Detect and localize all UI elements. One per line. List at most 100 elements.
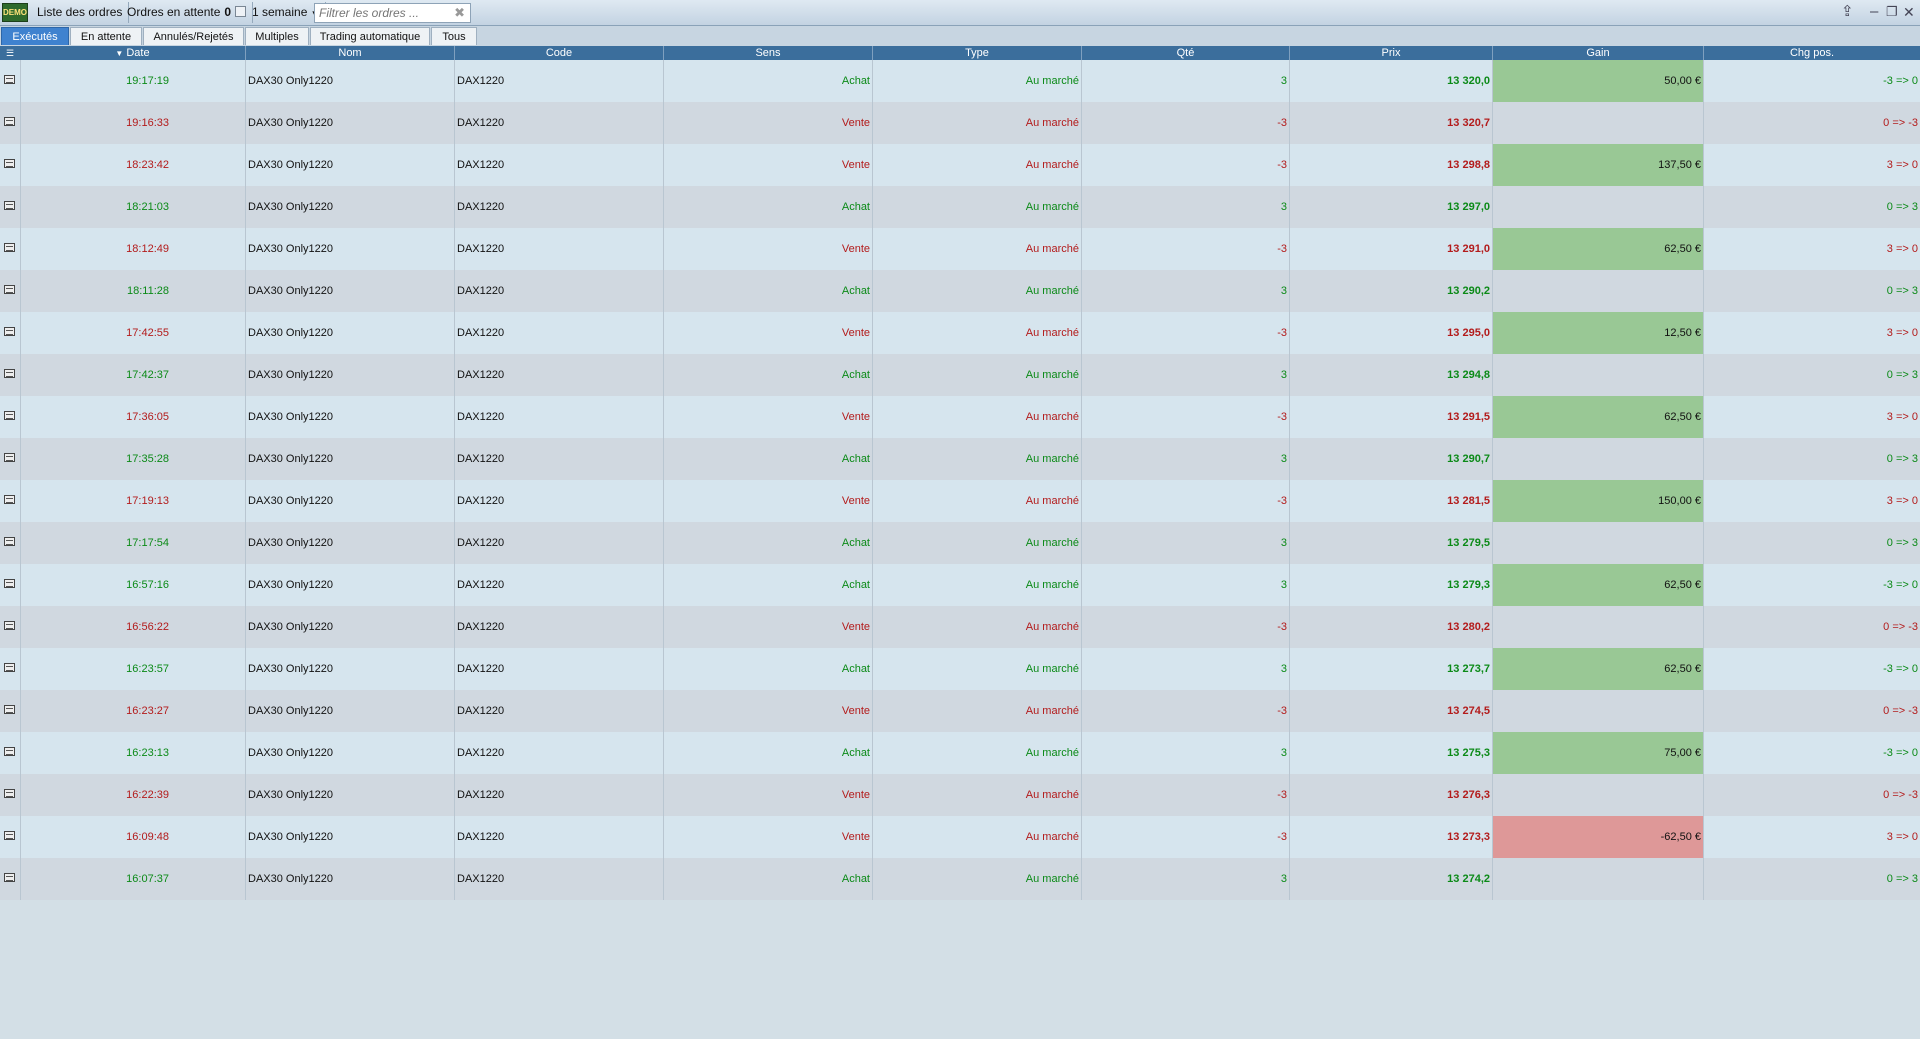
panel-title[interactable]: Liste des ordres [31,2,130,23]
cell-type: Au marché [872,102,1081,144]
cell-prix: 13 279,3 [1289,564,1492,606]
tab-tous[interactable]: Tous [431,27,477,45]
cell-prix: 13 281,5 [1289,480,1492,522]
column-prix[interactable]: Prix [1289,46,1492,60]
column-gain[interactable]: Gain [1492,46,1703,60]
table-row[interactable]: 17:17:54 DAX30 Only1220 DAX1220 Achat Au mar… [0,522,1920,564]
column-nom[interactable]: Nom [245,46,454,60]
row-menu-cell[interactable] [0,396,20,438]
close-icon[interactable]: ✕ [1903,3,1915,21]
order-details-icon[interactable] [4,117,15,126]
cell-date: 17:35:28 [20,438,245,480]
row-menu-cell[interactable] [0,60,20,102]
order-details-icon[interactable] [4,705,15,714]
row-menu-cell[interactable] [0,186,20,228]
tab-annules-rejetes[interactable]: Annulés/Rejetés [143,27,244,45]
row-menu-cell[interactable] [0,270,20,312]
order-details-icon[interactable] [4,411,15,420]
table-row[interactable]: 17:35:28 DAX30 Only1220 DAX1220 Achat Au mar… [0,438,1920,480]
list-icon[interactable]: ☰ [6,48,14,58]
tab-en-attente[interactable]: En attente [70,27,142,45]
table-row[interactable]: 19:16:33 DAX30 Only1220 DAX1220 Vente Au mar… [0,102,1920,144]
table-row[interactable]: 19:17:19 DAX30 Only1220 DAX1220 Achat Au mar… [0,60,1920,102]
cell-sens: Vente [663,690,872,732]
row-menu-cell[interactable] [0,312,20,354]
cell-type: Au marché [872,186,1081,228]
table-row[interactable]: 17:42:37 DAX30 Only1220 DAX1220 Achat Au mar… [0,354,1920,396]
table-row[interactable]: 16:07:37 DAX30 Only1220 DAX1220 Achat Au mar… [0,858,1920,900]
order-details-icon[interactable] [4,327,15,336]
column-code[interactable]: Code [454,46,663,60]
clear-filter-icon[interactable]: ✖ [454,5,465,21]
row-menu-header[interactable]: ☰ [0,46,20,60]
order-details-icon[interactable] [4,747,15,756]
cell-chg: 0 => -3 [1703,102,1920,144]
minimize-icon[interactable]: – [1870,3,1878,21]
table-row[interactable]: 17:19:13 DAX30 Only1220 DAX1220 Vente Au mar… [0,480,1920,522]
row-menu-cell[interactable] [0,732,20,774]
row-menu-cell[interactable] [0,858,20,900]
table-row[interactable]: 18:11:28 DAX30 Only1220 DAX1220 Achat Au mar… [0,270,1920,312]
row-menu-cell[interactable] [0,522,20,564]
tab-multiples[interactable]: Multiples [245,27,309,45]
column-date[interactable]: ▼ Date [20,46,245,60]
table-row[interactable]: 16:23:27 DAX30 Only1220 DAX1220 Vente Au mar… [0,690,1920,732]
row-menu-cell[interactable] [0,606,20,648]
cell-prix: 13 274,2 [1289,858,1492,900]
row-menu-cell[interactable] [0,648,20,690]
row-menu-cell[interactable] [0,480,20,522]
order-details-icon[interactable] [4,789,15,798]
order-details-icon[interactable] [4,75,15,84]
order-details-icon[interactable] [4,579,15,588]
order-details-icon[interactable] [4,537,15,546]
order-filter[interactable]: ✖ [314,3,471,23]
cell-chg: -3 => 0 [1703,648,1920,690]
cell-chg: -3 => 0 [1703,60,1920,102]
row-menu-cell[interactable] [0,564,20,606]
table-row[interactable]: 18:12:49 DAX30 Only1220 DAX1220 Vente Au mar… [0,228,1920,270]
pending-orders-icon[interactable] [235,6,247,17]
tab-executes[interactable]: Exécutés [1,27,69,45]
order-details-icon[interactable] [4,285,15,294]
table-row[interactable]: 16:56:22 DAX30 Only1220 DAX1220 Vente Au mar… [0,606,1920,648]
table-row[interactable]: 17:42:55 DAX30 Only1220 DAX1220 Vente Au mar… [0,312,1920,354]
row-menu-cell[interactable] [0,816,20,858]
share-icon[interactable]: ⇪ [1841,3,1854,21]
table-row[interactable]: 16:23:57 DAX30 Only1220 DAX1220 Achat Au mar… [0,648,1920,690]
table-row[interactable]: 16:57:16 DAX30 Only1220 DAX1220 Achat Au mar… [0,564,1920,606]
table-row[interactable]: 17:36:05 DAX30 Only1220 DAX1220 Vente Au mar… [0,396,1920,438]
table-row[interactable]: 18:23:42 DAX30 Only1220 DAX1220 Vente Au mar… [0,144,1920,186]
table-row[interactable]: 16:22:39 DAX30 Only1220 DAX1220 Vente Au mar… [0,774,1920,816]
row-menu-cell[interactable] [0,102,20,144]
order-details-icon[interactable] [4,495,15,504]
table-row[interactable]: 18:21:03 DAX30 Only1220 DAX1220 Achat Au mar… [0,186,1920,228]
row-menu-cell[interactable] [0,438,20,480]
order-details-icon[interactable] [4,873,15,882]
column-type[interactable]: Type [872,46,1081,60]
column-qte[interactable]: Qté [1081,46,1289,60]
row-menu-cell[interactable] [0,228,20,270]
tab-trading-automatique[interactable]: Trading automatique [310,27,430,45]
order-details-icon[interactable] [4,201,15,210]
order-details-icon[interactable] [4,159,15,168]
table-row[interactable]: 16:09:48 DAX30 Only1220 DAX1220 Vente Au mar… [0,816,1920,858]
cell-chg: 3 => 0 [1703,312,1920,354]
order-filter-input[interactable] [315,4,453,22]
cell-qte: -3 [1081,690,1289,732]
order-details-icon[interactable] [4,621,15,630]
row-menu-cell[interactable] [0,144,20,186]
row-menu-cell[interactable] [0,690,20,732]
order-details-icon[interactable] [4,831,15,840]
table-row[interactable]: 16:23:13 DAX30 Only1220 DAX1220 Achat Au mar… [0,732,1920,774]
column-chg-pos[interactable]: Chg pos. [1703,46,1920,60]
order-details-icon[interactable] [4,369,15,378]
order-details-icon[interactable] [4,663,15,672]
row-menu-cell[interactable] [0,774,20,816]
order-details-icon[interactable] [4,453,15,462]
pending-orders-button[interactable]: Ordres en attente 0 [121,2,254,23]
row-menu-cell[interactable] [0,354,20,396]
order-details-icon[interactable] [4,243,15,252]
column-sens[interactable]: Sens [663,46,872,60]
restore-icon[interactable]: ❐ [1886,3,1898,21]
cell-gain: 75,00 € [1492,732,1703,774]
